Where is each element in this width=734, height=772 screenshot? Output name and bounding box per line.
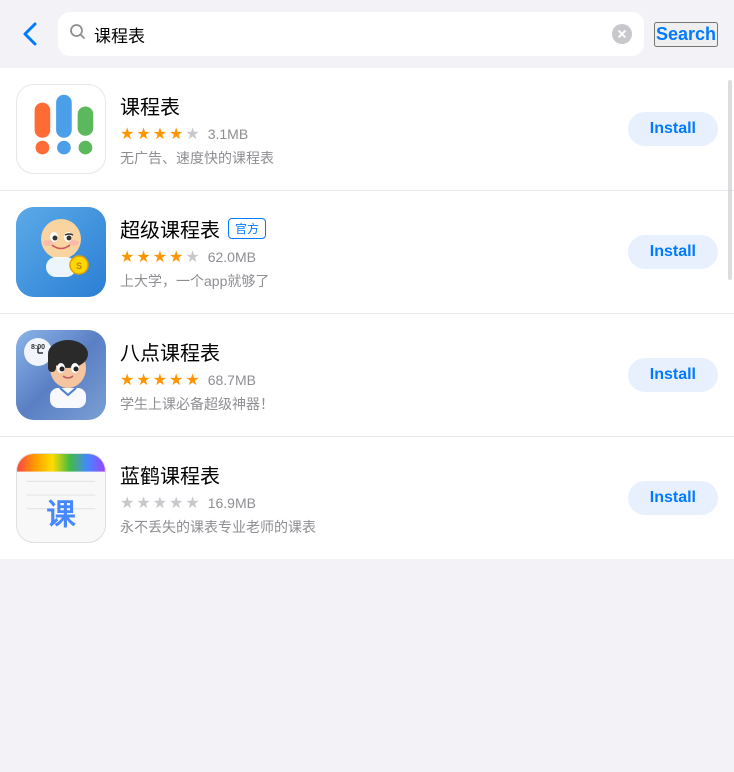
file-size: 68.7MB [208, 372, 256, 388]
app-name-row: 超级课程表 官方 [120, 214, 614, 243]
star-1: ★ [120, 247, 134, 267]
star-3: ★ [153, 124, 167, 144]
star-4: ★ [169, 247, 183, 267]
app-icon-badian: 8:00 [16, 330, 106, 420]
svg-text:S: S [76, 261, 82, 271]
search-bar [58, 12, 644, 56]
back-button[interactable] [12, 16, 48, 52]
file-size: 16.9MB [208, 495, 256, 511]
star-empty-1: ★ [185, 124, 199, 144]
back-icon [23, 22, 37, 46]
scrollbar[interactable] [728, 80, 732, 280]
app-name: 蓝鹤课程表 [120, 460, 220, 489]
star-1: ★ [120, 124, 134, 144]
app-desc: 学生上课必备超级神器！ [120, 394, 614, 414]
install-button-kechengbiao[interactable]: Install [628, 112, 718, 146]
app-list: 课程表 ★ ★ ★ ★ ★ 3.1MB 无广告、速度快的课程表 Install [0, 68, 734, 559]
search-input[interactable] [94, 24, 604, 44]
stars: ★ ★ ★ ★ ★ [120, 493, 200, 513]
app-info-lanhe: 蓝鹤课程表 ★ ★ ★ ★ ★ 16.9MB 永不丢失的课表专业老师的课表 [120, 460, 614, 537]
file-size: 62.0MB [208, 249, 256, 265]
rating-row: ★ ★ ★ ★ ★ 68.7MB [120, 370, 614, 390]
app-info-badian: 八点课程表 ★ ★ ★ ★ ★ 68.7MB 学生上课必备超级神器！ [120, 337, 614, 414]
app-name: 课程表 [120, 91, 180, 120]
list-item: 8:00 [0, 314, 734, 437]
official-badge: 官方 [228, 218, 266, 239]
app-desc: 上大学，一个app就够了 [120, 271, 614, 291]
star-empty-5: ★ [185, 493, 199, 513]
star-1: ★ [120, 370, 134, 390]
app-name: 八点课程表 [120, 337, 220, 366]
install-button-badian[interactable]: Install [628, 358, 718, 392]
star-4: ★ [169, 370, 183, 390]
app-icon-lanhe: 课 [16, 453, 106, 543]
app-name: 超级课程表 [120, 214, 220, 243]
star-3: ★ [153, 370, 167, 390]
search-button[interactable]: Search [654, 22, 718, 47]
star-empty-3: ★ [153, 493, 167, 513]
install-button-super[interactable]: Install [628, 235, 718, 269]
star-empty-1: ★ [185, 247, 199, 267]
star-empty-2: ★ [136, 493, 150, 513]
star-3: ★ [153, 247, 167, 267]
stars: ★ ★ ★ ★ ★ [120, 124, 200, 144]
star-half: ★ [169, 124, 183, 144]
stars: ★ ★ ★ ★ ★ [120, 247, 200, 267]
rating-row: ★ ★ ★ ★ ★ 62.0MB [120, 247, 614, 267]
svg-text:课: 课 [46, 498, 76, 531]
search-icon [70, 24, 86, 45]
stars: ★ ★ ★ ★ ★ [120, 370, 200, 390]
rating-row: ★ ★ ★ ★ ★ 3.1MB [120, 124, 614, 144]
clear-button[interactable] [612, 24, 632, 44]
star-2: ★ [136, 370, 150, 390]
star-empty-4: ★ [169, 493, 183, 513]
star-2: ★ [136, 247, 150, 267]
file-size: 3.1MB [208, 126, 248, 142]
list-item: 课 蓝鹤课程表 ★ ★ ★ ★ ★ 16.9MB 永不丢失的课表专业老师的课表 … [0, 437, 734, 559]
star-5: ★ [185, 370, 199, 390]
app-name-row: 八点课程表 [120, 337, 614, 366]
app-info-kechengbiao: 课程表 ★ ★ ★ ★ ★ 3.1MB 无广告、速度快的课程表 [120, 91, 614, 168]
header: Search [0, 0, 734, 68]
app-icon-kechengbiao [16, 84, 106, 174]
app-desc: 永不丢失的课表专业老师的课表 [120, 517, 614, 537]
app-info-super: 超级课程表 官方 ★ ★ ★ ★ ★ 62.0MB 上大学，一个app就够了 [120, 214, 614, 291]
star-empty-1: ★ [120, 493, 134, 513]
list-item: 课程表 ★ ★ ★ ★ ★ 3.1MB 无广告、速度快的课程表 Install [0, 68, 734, 191]
list-item: S 超级课程表 官方 ★ ★ ★ ★ ★ 62.0MB 上大学，一个app就够了… [0, 191, 734, 314]
rating-row: ★ ★ ★ ★ ★ 16.9MB [120, 493, 614, 513]
app-name-row: 课程表 [120, 91, 614, 120]
app-name-row: 蓝鹤课程表 [120, 460, 614, 489]
star-2: ★ [136, 124, 150, 144]
install-button-lanhe[interactable]: Install [628, 481, 718, 515]
app-desc: 无广告、速度快的课程表 [120, 148, 614, 168]
app-icon-super: S [16, 207, 106, 297]
